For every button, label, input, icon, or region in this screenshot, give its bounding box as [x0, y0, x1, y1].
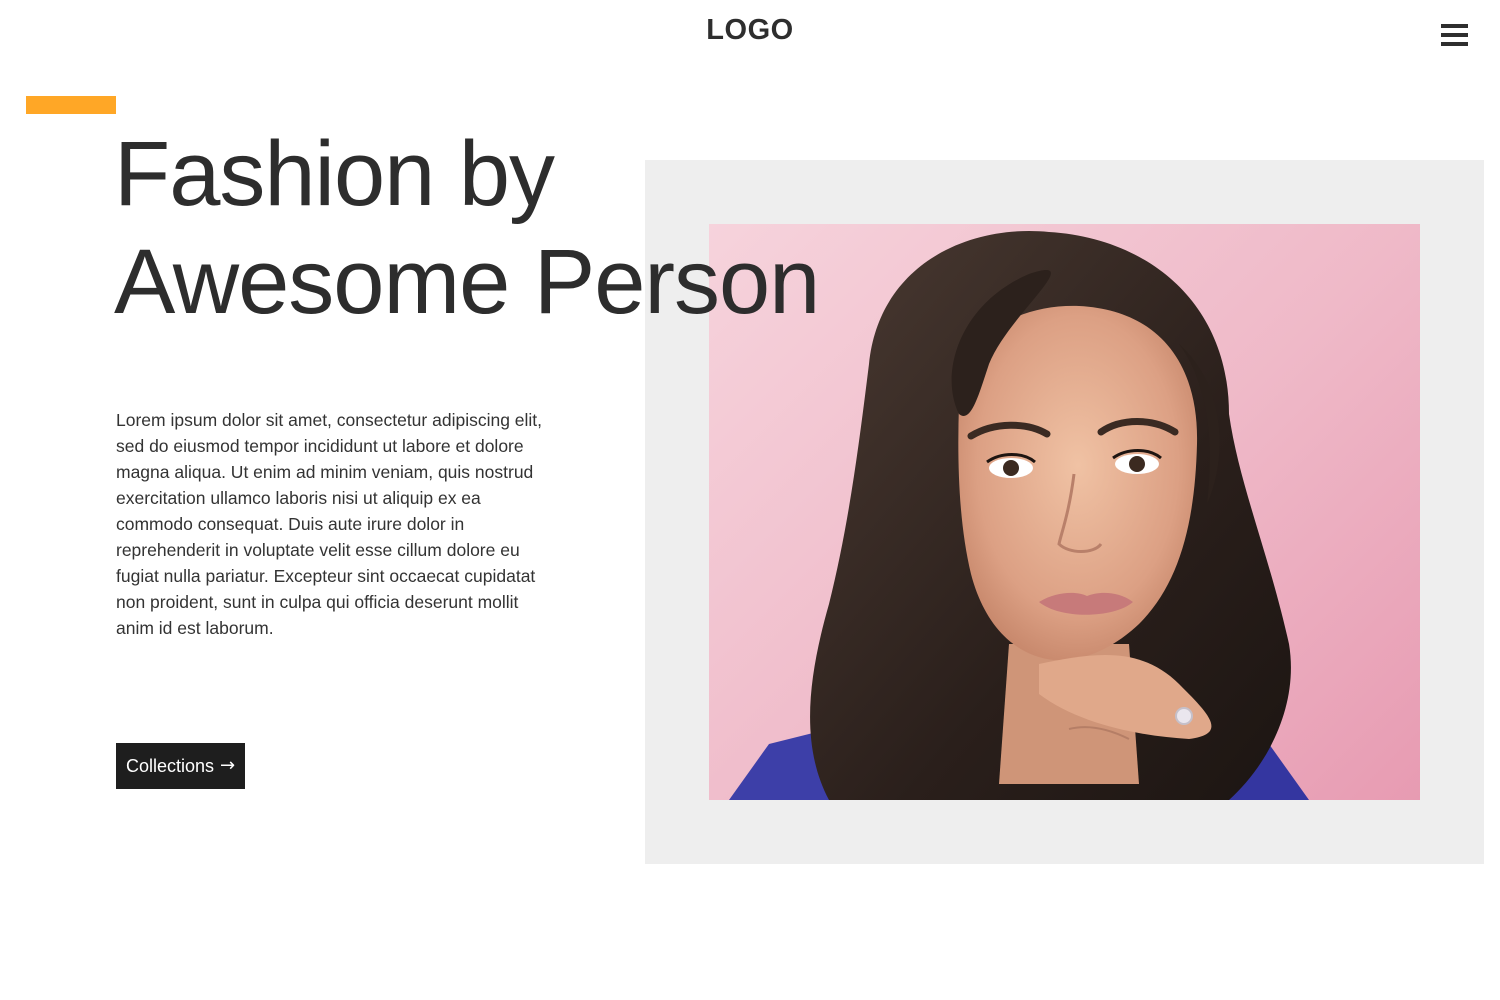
logo[interactable]: LOGO: [0, 14, 1500, 47]
collections-button-label: Collections: [126, 756, 215, 776]
hero-title-line-1: Fashion by: [114, 123, 555, 225]
hamburger-menu-icon[interactable]: [1441, 24, 1468, 46]
page: LOGO Fashion by Awesome Person Lorem ips…: [0, 0, 1500, 1000]
hero-title: Fashion by Awesome Person: [114, 120, 820, 336]
accent-bar: [26, 96, 116, 114]
collections-button[interactable]: Collections →: [116, 743, 246, 789]
menu-line: [1441, 42, 1468, 46]
menu-line: [1441, 33, 1468, 37]
hero-title-line-2: Awesome Person: [114, 231, 820, 333]
arrow-right-icon: →: [220, 755, 236, 776]
hero-description: Lorem ipsum dolor sit amet, consectetur …: [116, 410, 543, 638]
menu-line: [1441, 24, 1468, 28]
